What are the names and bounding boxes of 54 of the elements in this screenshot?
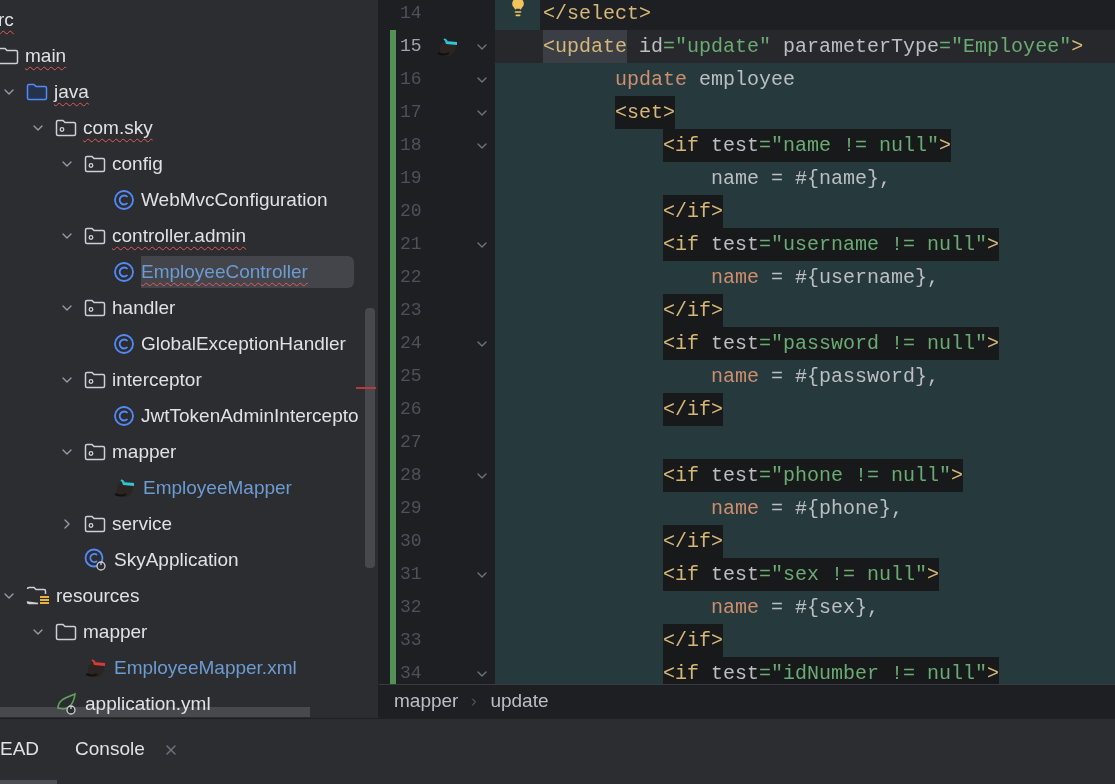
folder-icon	[26, 83, 48, 101]
tree-item[interactable]: interceptor	[112, 364, 202, 396]
tree-item[interactable]: GlobalExceptionHandler	[141, 328, 346, 360]
bird-icon	[113, 477, 137, 499]
package-folder-icon	[84, 155, 106, 173]
tree-item[interactable]: service	[112, 508, 173, 540]
tree-item[interactable]: resources	[56, 580, 140, 612]
code-editor[interactable]	[379, 0, 1115, 684]
class-icon	[113, 189, 135, 211]
tree-item[interactable]: rc	[0, 4, 14, 36]
folder-icon	[55, 623, 77, 641]
scrollbar[interactable]	[365, 308, 375, 568]
tree-item[interactable]: controller.admin	[112, 220, 247, 252]
tree-item[interactable]: JwtTokenAdminIntercepto	[141, 400, 359, 432]
tree-item[interactable]: handler	[112, 292, 176, 324]
tree-item[interactable]: application.yml	[85, 688, 211, 718]
package-folder-icon	[55, 119, 77, 137]
tree-item[interactable]: main	[25, 40, 67, 72]
tree-item[interactable]: SkyApplication	[114, 544, 239, 576]
code-line: </select>	[543, 0, 652, 27]
tool-tab[interactable]: Console	[57, 719, 197, 784]
class-icon	[113, 405, 135, 427]
code-line: name = #{sex},	[711, 594, 880, 621]
code-line: name = #{name},	[711, 165, 892, 192]
tree-item[interactable]: mapper	[112, 436, 177, 468]
tree-item[interactable]: WebMvcConfiguration	[141, 184, 328, 216]
code-line: name = #{password},	[711, 363, 940, 390]
line-number: 15	[400, 35, 423, 58]
package-folder-icon	[84, 227, 106, 245]
code-line: <update id="update" parameterType="Employee">	[543, 30, 1084, 63]
class-icon	[113, 333, 135, 355]
code-line: name = #{phone},	[711, 495, 904, 522]
folder-icon	[0, 47, 19, 65]
package-folder-icon	[84, 515, 106, 533]
breadcrumb-item[interactable]: mapper	[394, 687, 459, 716]
tree-item[interactable]: com.sky	[83, 112, 153, 144]
error-stripe	[356, 387, 376, 389]
tool-tab[interactable]: EAD	[0, 719, 58, 784]
package-folder-icon	[84, 443, 106, 461]
breadcrumb-item[interactable]: update	[490, 687, 549, 716]
tree-item[interactable]: mapper	[83, 616, 148, 648]
tree-item[interactable]: EmployeeMapper.xml	[114, 652, 297, 684]
package-folder-icon	[84, 299, 106, 317]
class-icon	[84, 548, 108, 572]
tree-item[interactable]: config	[112, 148, 163, 180]
tree-item[interactable]: java	[54, 76, 89, 108]
code-line: name = #{username},	[711, 264, 940, 291]
tree-item[interactable]: EmployeeMapper	[143, 472, 292, 504]
package-folder-icon	[84, 371, 106, 389]
class-icon	[113, 261, 135, 283]
bird-icon	[84, 657, 108, 679]
code-line: update employee	[615, 66, 796, 93]
bird-icon	[436, 35, 460, 58]
resources-folder-icon	[26, 586, 50, 606]
